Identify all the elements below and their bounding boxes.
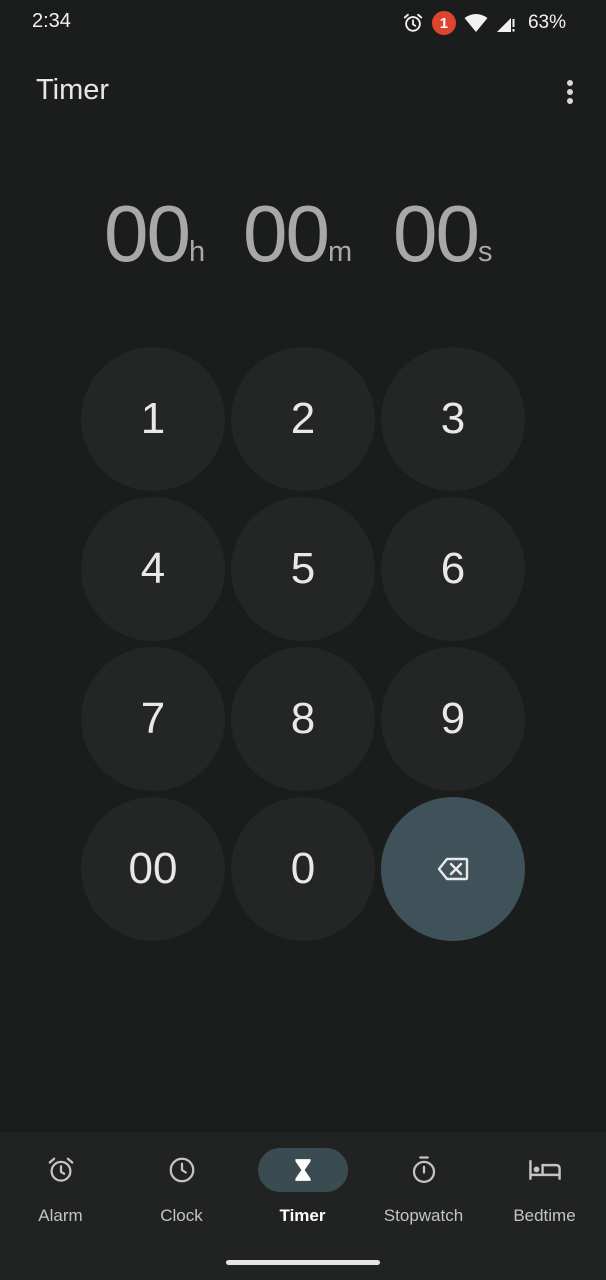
hours-unit: h [188,236,206,268]
nav-label-alarm: Alarm [38,1206,83,1225]
key-9[interactable]: 9 [381,647,525,791]
notification-badge: 1 [431,11,456,35]
hourglass-icon [294,1159,311,1181]
key-3[interactable]: 3 [381,347,525,491]
alarm-icon [402,12,424,34]
key-5[interactable]: 5 [231,497,375,641]
key-7[interactable]: 7 [81,647,225,791]
battery-percent: 63% [527,12,566,33]
key-4[interactable]: 4 [81,497,225,641]
nav-item-clock[interactable]: Clock [121,1132,242,1242]
key-1[interactable]: 1 [81,347,225,491]
signal-icon [496,13,516,33]
alarm-icon [48,1157,73,1182]
page-title: Timer [36,74,110,106]
nav-label-timer: Timer [279,1206,326,1225]
key-2[interactable]: 2 [231,347,375,491]
nav-label-clock: Clock [160,1206,203,1225]
seconds-value: 00 [393,189,480,278]
key-8[interactable]: 8 [231,647,375,791]
more-options-button[interactable] [552,72,588,112]
status-time: 2:34 [32,10,71,32]
stopwatch-icon [412,1156,435,1183]
minutes-value: 00 [243,189,330,278]
nav-item-timer[interactable]: Timer [242,1132,363,1242]
timer-display: 00h 00m 00s [0,188,606,288]
gesture-handle[interactable] [226,1260,380,1265]
backspace-icon [437,857,469,881]
seconds-segment: 00s [393,188,492,280]
nav-item-stopwatch[interactable]: Stopwatch [363,1132,484,1242]
nav-item-alarm[interactable]: Alarm [0,1132,121,1242]
minutes-unit: m [327,236,353,268]
nav-active-indicator [257,1148,348,1192]
minutes-segment: 00m [243,188,352,280]
bed-icon [528,1160,561,1180]
clock-icon [169,1157,194,1183]
status-bar: 2:34 1 63% [0,0,606,46]
nav-label-stopwatch: Stopwatch [383,1206,464,1225]
wifi-icon [464,13,488,33]
bottom-navigation: Alarm Clock Timer Stopwatch Bedtime [0,1132,606,1280]
key-0[interactable]: 0 [231,797,375,941]
nav-label-bedtime: Bedtime [513,1206,576,1225]
hours-value: 00 [104,189,191,278]
key-00[interactable]: 00 [81,797,225,941]
status-icons: 1 63% [402,8,566,38]
hours-segment: 00h [104,188,205,280]
backspace-button[interactable] [381,797,525,941]
more-vert-icon [567,80,573,104]
nav-item-bedtime[interactable]: Bedtime [484,1132,605,1242]
key-6[interactable]: 6 [381,497,525,641]
timer-screen: 2:34 1 63% Timer 00h 00m 00s 1 2 3 4 5 6… [0,0,606,1280]
seconds-unit: s [477,236,493,268]
